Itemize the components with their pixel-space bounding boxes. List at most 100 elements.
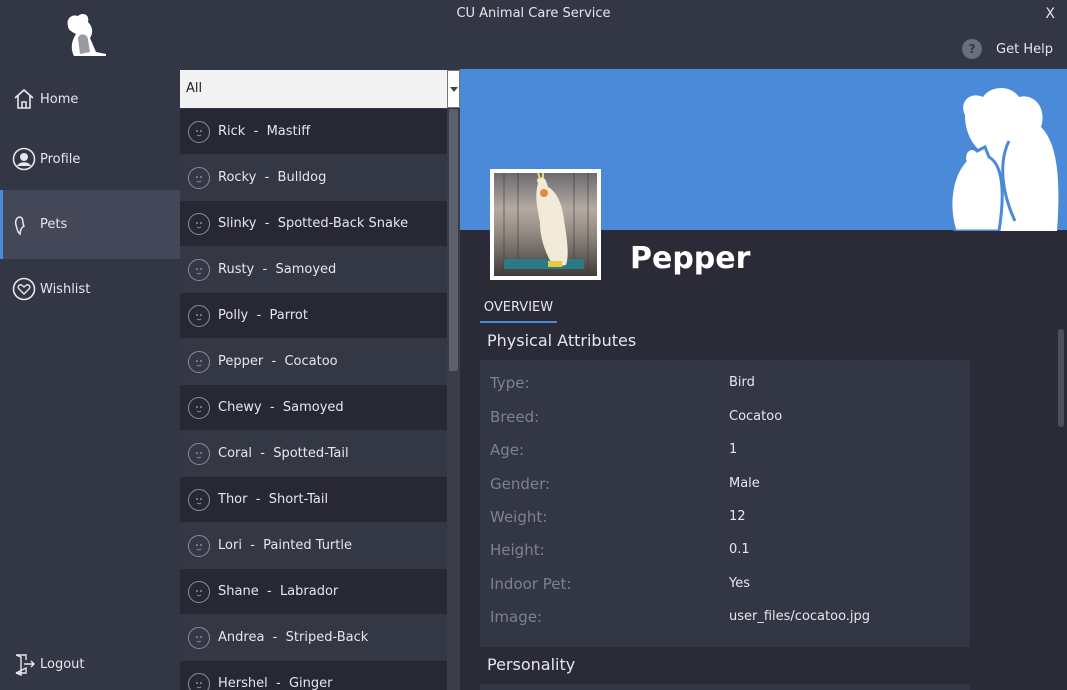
nav-wishlist[interactable]: Wishlist (0, 259, 180, 319)
dog-icon (188, 396, 210, 419)
pet-separator: - (261, 400, 283, 415)
pet-list-item[interactable]: Thor - Short-Tail (180, 477, 447, 522)
nav-profile[interactable]: Profile (0, 129, 180, 189)
pet-name: Polly (218, 308, 249, 323)
snake-icon (188, 212, 210, 235)
pet-list-item[interactable]: Chewy - Samoyed (180, 385, 447, 430)
tab-overview[interactable]: OVERVIEW (480, 299, 557, 323)
pet-separator: - (247, 492, 269, 507)
pet-name: Pepper (218, 354, 264, 369)
pet-list-item[interactable]: Rusty - Samoyed (180, 247, 447, 292)
pet-breed: Striped-Back (285, 630, 369, 645)
pet-breed: Mastiff (266, 124, 311, 139)
pet-list: Rick - Mastiff Rocky - Bulldog Slinky - Sp… (180, 109, 447, 690)
bird-icon (188, 304, 210, 327)
pet-separator: - (263, 354, 285, 369)
pet-list-item[interactable]: Pepper - Cocatoo (180, 339, 447, 384)
home-icon (10, 85, 38, 113)
detail-scrollbar[interactable] (1056, 327, 1067, 690)
dog-icon (188, 166, 210, 189)
pet-breed: Bulldog (277, 170, 327, 185)
pet-name: Slinky (218, 216, 257, 231)
pet-name: Thor (218, 492, 248, 507)
nav-home-label: Home (40, 91, 79, 107)
profile-icon (10, 145, 38, 173)
attributes-table: Type: Bird Breed: Cocatoo Age: 1 Gender: Male We… (480, 360, 970, 647)
attribute-value: 12 (729, 509, 746, 524)
attribute-row: Breed: Cocatoo (490, 403, 960, 433)
pet-name-heading: Pepper (630, 241, 751, 276)
attribute-key: Image: (490, 608, 543, 626)
pet-list-scrollbar[interactable] (447, 109, 460, 690)
nav-wishlist-label: Wishlist (40, 281, 91, 297)
attribute-value: Male (729, 476, 760, 491)
pet-breed: Painted Turtle (263, 538, 352, 553)
dog-icon (188, 258, 210, 281)
nav-home[interactable]: Home (0, 69, 180, 129)
nav-pets-label: Pets (40, 217, 68, 232)
pet-name: Rocky (218, 170, 257, 185)
pet-name: Coral (218, 446, 252, 461)
pet-name: Hershel (218, 676, 268, 690)
pet-separator: - (254, 262, 276, 277)
pet-name: Andrea (218, 630, 265, 645)
pet-detail-panel: Pepper OVERVIEW Physical Attributes Type… (460, 69, 1067, 690)
pet-list-item[interactable]: Rick - Mastiff (180, 109, 447, 154)
nav-profile-label: Profile (40, 151, 81, 167)
close-button[interactable]: X (1045, 6, 1055, 22)
pet-breed: Samoyed (275, 262, 337, 277)
attribute-row: Weight: 12 (490, 503, 960, 533)
pet-breed: Parrot (269, 308, 308, 323)
nav-pets[interactable]: Pets (0, 190, 180, 259)
filter-dropdown-button[interactable] (447, 70, 460, 108)
pet-name: Shane (218, 584, 259, 599)
pet-breed: Samoyed (282, 400, 344, 415)
attribute-value: user_files/cocatoo.jpg (729, 609, 871, 624)
attribute-row: Gender: Male (490, 470, 960, 500)
dog-icon (188, 120, 210, 143)
heart-icon (10, 275, 38, 303)
attribute-key: Type: (490, 374, 530, 392)
snake-icon (188, 534, 210, 557)
attribute-key: Age: (490, 441, 525, 459)
cat-icon (188, 626, 210, 649)
pet-list-item[interactable]: Andrea - Striped-Back (180, 615, 447, 660)
dog-icon (188, 580, 210, 603)
get-help-button[interactable]: ? Get Help (962, 38, 1053, 60)
attribute-key: Weight: (490, 508, 548, 526)
pet-list-scroll-thumb[interactable] (449, 109, 458, 371)
pet-list-item[interactable]: Polly - Parrot (180, 293, 447, 338)
banner-logo-art (945, 81, 1067, 233)
get-help-label: Get Help (996, 41, 1053, 57)
pet-breed: Ginger (288, 676, 333, 690)
pet-breed: Spotted-Tail (273, 446, 349, 461)
pet-separator: - (258, 584, 280, 599)
pet-list-item[interactable]: Rocky - Bulldog (180, 155, 447, 200)
pet-list-item[interactable]: Hershel - Ginger (180, 661, 447, 690)
pet-breed: Cocatoo (284, 354, 338, 369)
logout-button[interactable]: Logout (0, 648, 180, 680)
pet-breed: Short-Tail (268, 492, 329, 507)
pet-list-item[interactable]: Lori - Painted Turtle (180, 523, 447, 568)
pet-name: Rick (218, 124, 246, 139)
physical-attributes-heading: Physical Attributes (487, 331, 637, 350)
pet-name: Lori (218, 538, 242, 553)
pet-separator: - (256, 170, 278, 185)
attribute-row: Height: 0.1 (490, 536, 960, 566)
question-icon: ? (962, 39, 983, 59)
attribute-key: Height: (490, 541, 545, 559)
logout-label: Logout (40, 656, 85, 672)
pet-filter-select[interactable]: All (180, 70, 447, 108)
pet-photo (490, 169, 601, 280)
pet-breed: Labrador (279, 584, 339, 599)
attribute-value: 1 (729, 442, 738, 457)
pet-list-item[interactable]: Slinky - Spotted-Back Snake (180, 201, 447, 246)
pet-list-item[interactable]: Coral - Spotted-Tail (180, 431, 447, 476)
pet-separator: - (248, 308, 270, 323)
detail-scroll-thumb[interactable] (1058, 329, 1064, 427)
pet-name: Chewy (218, 400, 262, 415)
bird-icon (188, 350, 210, 373)
pet-list-item[interactable]: Shane - Labrador (180, 569, 447, 614)
cat-icon (188, 672, 210, 690)
personality-box (480, 684, 970, 690)
